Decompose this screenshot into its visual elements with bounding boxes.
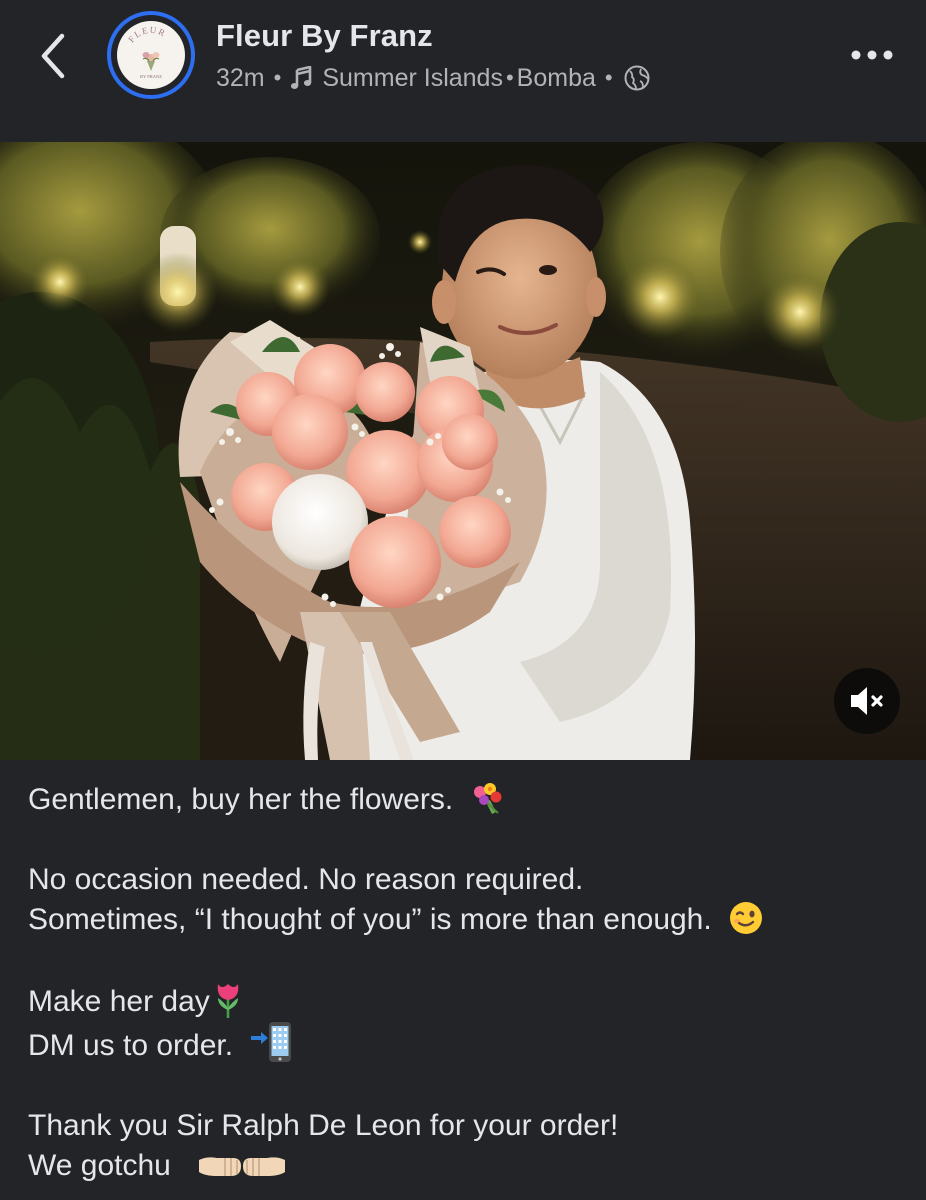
svg-text:BY FRANZ: BY FRANZ [140,74,162,79]
more-horizontal-icon [851,50,893,60]
song-title[interactable]: Summer Islands [322,64,503,93]
post-caption: Gentlemen, buy her the flowers. No occas… [28,780,908,1186]
caption-text: We gotchu [28,1149,171,1182]
more-options-button[interactable] [846,40,898,70]
svg-text:FLEUR: FLEUR [126,25,168,45]
chevron-left-icon [41,33,65,79]
mute-toggle-button[interactable] [834,668,900,734]
caption-line: Sometimes, “I thought of you” is more th… [28,900,908,940]
mobile-phone-arrow-emoji [251,1022,292,1062]
post-header: FLEUR BY FRANZ Fleur By Franz 32m • Summ… [0,0,926,142]
caption-text: DM us to order. [28,1029,234,1062]
globe-icon[interactable] [624,65,650,91]
caption-line: Thank you Sir Ralph De Leon for your ord… [28,1109,619,1142]
caption-line: Make her day [28,980,908,1022]
caption-text: Make her day [28,985,210,1018]
tulip-emoji [217,984,239,1018]
caption-text: Gentlemen, buy her the flowers. [28,783,454,816]
caption-line: No occasion needed. No reason required. [28,863,584,896]
back-button[interactable] [28,28,78,84]
music-note-icon [291,66,312,89]
fist-bump-emoji [199,1157,286,1176]
bouquet-emoji [473,783,502,814]
meta-separator: • [273,65,282,90]
page-avatar[interactable]: FLEUR BY FRANZ [107,11,195,99]
meta-separator: • [505,65,514,90]
post-photo [0,142,926,760]
winking-face-emoji [730,902,763,934]
caption-line: We gotchu [28,1146,908,1186]
caption-line: Gentlemen, buy her the flowers. [28,780,908,820]
caption-line: DM us to order. [28,1022,908,1066]
page-name[interactable]: Fleur By Franz [216,18,433,54]
post-time: 32m [216,63,265,92]
post-meta: 32m • Summer Islands • Bomba • [216,61,650,95]
meta-separator: • [604,65,613,90]
caption-text: Sometimes, “I thought of you” is more th… [28,903,712,936]
post-video[interactable] [0,142,926,760]
song-artist[interactable]: Bomba [517,64,596,93]
speaker-muted-icon [851,687,883,715]
fleur-logo: FLEUR BY FRANZ [117,21,185,89]
